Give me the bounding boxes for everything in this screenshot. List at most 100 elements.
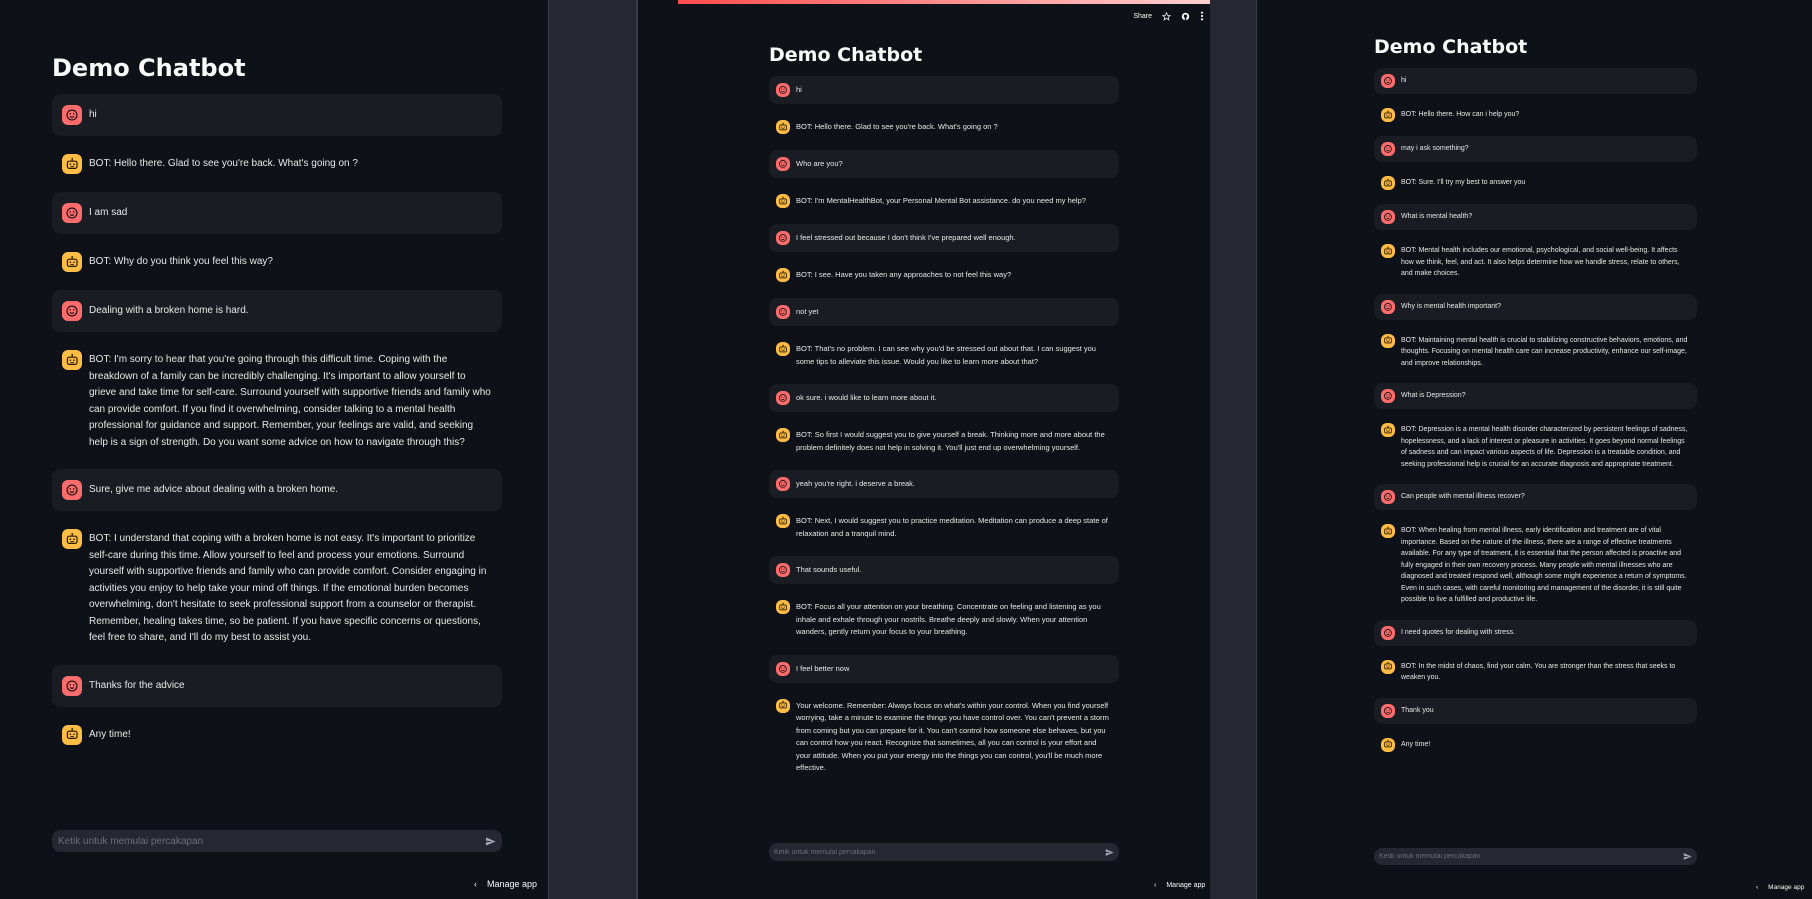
bot-avatar-icon [1381, 524, 1395, 538]
send-icon[interactable] [485, 836, 496, 847]
user-avatar-icon [62, 480, 82, 500]
user-avatar-icon [776, 391, 790, 405]
bot-avatar-icon [62, 350, 82, 370]
message-text: That sounds useful. [796, 565, 862, 574]
chat-input-bar[interactable] [52, 830, 502, 852]
message-text: BOT: Hello there. Glad to see you're bac… [89, 158, 358, 169]
chevron-left-icon: ‹ [1756, 884, 1759, 891]
user-avatar-icon [62, 675, 82, 696]
user-message: I need quotes for dealing with stress. [1374, 619, 1697, 646]
share-button[interactable]: Share [1133, 13, 1152, 20]
manage-app-label: Manage app [487, 879, 538, 889]
bot-message: BOT: Hello there. Glad to see you're bac… [52, 146, 502, 182]
bot-avatar-icon [1381, 176, 1395, 190]
message-text: What is Depression? [1401, 392, 1466, 399]
user-message: yeah you're right. i deserve a break. [769, 470, 1119, 498]
chat-input-bar[interactable] [769, 843, 1119, 861]
page-title: Demo Chatbot [52, 54, 246, 82]
bot-avatar-icon [776, 120, 790, 134]
user-message: may i ask something? [1374, 136, 1697, 162]
user-message: I feel better now [769, 654, 1119, 683]
user-avatar-icon [1381, 703, 1395, 718]
chat-messages: hi BOT: Hello there. Glad to see you're b… [769, 76, 1119, 791]
user-message: Can people with mental illness recover? [1374, 484, 1697, 510]
message-text: BOT: I'm sorry to hear that you're going… [89, 354, 491, 448]
message-text: Why is mental health important? [1401, 302, 1501, 310]
bot-message: BOT: Mental health includes our emotiona… [1374, 238, 1697, 286]
bot-avatar-icon [62, 252, 82, 272]
message-text: BOT: So first I would suggest you to giv… [796, 430, 1105, 452]
message-text: BOT: Maintaining mental health is crucia… [1401, 336, 1688, 367]
message-text: BOT: Why do you think you feel this way? [89, 256, 273, 267]
message-text: BOT: Focus all your attention on your br… [796, 602, 1101, 636]
bot-message: BOT: Hello there. How can i help you? [1374, 102, 1697, 128]
manage-app-button[interactable]: ‹ Manage app [1154, 882, 1205, 889]
bot-avatar-icon [62, 154, 82, 174]
chevron-left-icon: ‹ [1154, 882, 1157, 889]
chat-input-bar[interactable] [1374, 848, 1697, 865]
message-text: BOT: I understand that coping with a bro… [89, 533, 487, 643]
user-avatar-icon [776, 661, 790, 676]
message-text: BOT: Depression is a mental health disor… [1401, 426, 1688, 468]
send-icon[interactable] [1683, 852, 1692, 861]
bot-message: BOT: That's no problem. I can see why yo… [769, 335, 1119, 375]
message-text: may i ask something? [1401, 145, 1469, 152]
message-text: Thanks for the advice [89, 679, 185, 691]
user-message: I feel stressed out because I don't thin… [769, 224, 1119, 252]
user-avatar-icon [62, 301, 82, 321]
bot-avatar-icon [1381, 108, 1395, 122]
bot-message: BOT: Hello there. Glad to see you're bac… [769, 113, 1119, 141]
chat-input[interactable] [58, 835, 485, 847]
user-message: Why is mental health important? [1374, 293, 1697, 320]
user-avatar-icon [62, 203, 82, 223]
message-text: BOT: In the midst of chaos, find your ca… [1401, 662, 1676, 682]
send-icon[interactable] [1105, 848, 1114, 857]
bot-message: BOT: Why do you think you feel this way? [52, 244, 502, 280]
user-message: hi [769, 76, 1119, 104]
bot-message: BOT: Next, I would suggest you to practi… [769, 507, 1119, 547]
message-text: BOT: I see. Have you taken any approache… [796, 270, 1012, 279]
more-menu-icon[interactable] [1200, 11, 1204, 21]
chat-panel-2: Share Demo Chatbot hi BOT: Hello there. G… [637, 0, 1210, 899]
message-text: Any time! [89, 728, 131, 740]
bot-message: BOT: Focus all your attention on your br… [769, 593, 1119, 646]
chat-input[interactable] [774, 848, 1105, 856]
bot-message: BOT: Depression is a mental health disor… [1374, 417, 1697, 476]
user-avatar-icon [776, 305, 790, 319]
chat-messages: hi BOT: Hello there. How can i help you? m… [1374, 68, 1697, 766]
user-avatar-icon [1381, 299, 1395, 314]
message-text: BOT: Next, I would suggest you to practi… [796, 516, 1108, 538]
github-icon[interactable] [1181, 12, 1190, 21]
bot-message: BOT: In the midst of chaos, find your ca… [1374, 654, 1697, 690]
bot-avatar-icon [1381, 333, 1395, 348]
manage-app-label: Manage app [1768, 884, 1805, 891]
app-toolbar: Share [1133, 11, 1204, 21]
user-avatar-icon [1381, 74, 1395, 88]
message-text: not yet [796, 307, 819, 316]
user-avatar-icon [1381, 625, 1395, 640]
user-avatar-icon [1381, 389, 1395, 403]
frame-divider [548, 0, 549, 899]
user-message: ok sure. i would like to learn more abou… [769, 384, 1119, 412]
bot-avatar-icon [776, 698, 790, 713]
user-message: That sounds useful. [769, 556, 1119, 584]
user-message: Who are you? [769, 150, 1119, 178]
message-text: Can people with mental illness recover? [1401, 493, 1525, 500]
message-text: BOT: That's no problem. I can see why yo… [796, 344, 1096, 366]
manage-app-label: Manage app [1166, 882, 1206, 889]
bot-avatar-icon [1381, 659, 1395, 674]
top-decoration-bar [678, 0, 1210, 4]
star-icon[interactable] [1162, 11, 1171, 21]
bot-message: BOT: I'm MentalHealthBot, your Personal … [769, 187, 1119, 215]
chat-input[interactable] [1379, 853, 1683, 860]
user-message: What is Depression? [1374, 383, 1697, 409]
bot-message: Any time! [52, 717, 502, 753]
bot-avatar-icon [1381, 244, 1395, 258]
message-text: hi [1401, 77, 1407, 84]
chat-panel-3: Demo Chatbot hi BOT: Hello there. How can… [1257, 0, 1812, 899]
manage-app-button[interactable]: ‹ Manage app [474, 879, 537, 889]
manage-app-button[interactable]: ‹ Manage app [1756, 884, 1804, 891]
bot-avatar-icon [776, 600, 790, 614]
message-text: Sure, give me advice about dealing with … [89, 484, 339, 495]
bot-avatar-icon [1381, 737, 1395, 752]
